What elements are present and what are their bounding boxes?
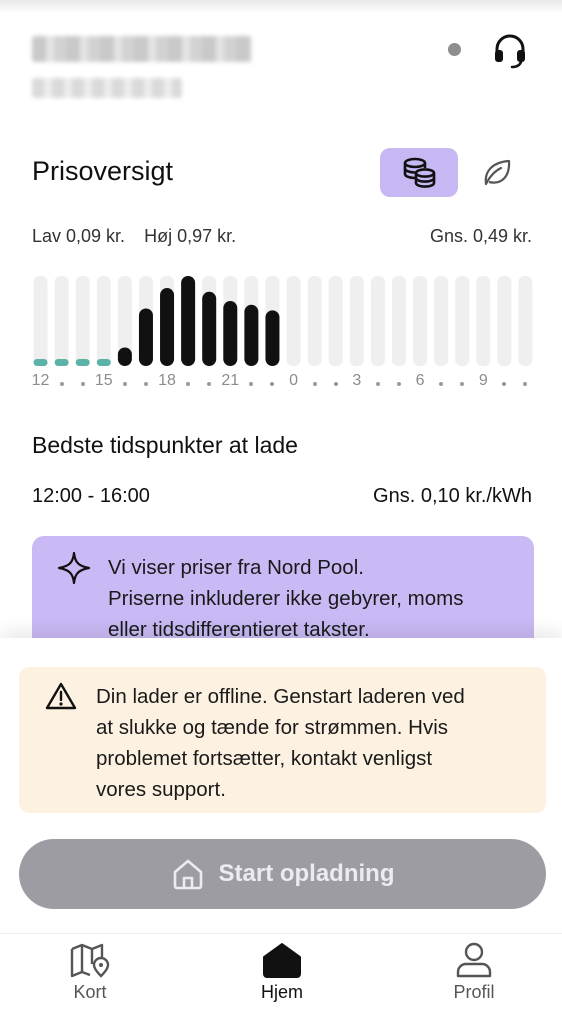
chart-bar-track: [286, 276, 301, 366]
chart-x-tick-dot: [270, 382, 275, 386]
chart-bar-track: [75, 276, 90, 366]
price-overview-title: Prisoversigt: [32, 156, 174, 186]
chart-bar-track: [96, 276, 111, 366]
chart-x-tick-dot: [439, 382, 444, 386]
chart-bar-cheap: [33, 359, 48, 366]
chart-bar: [117, 347, 132, 366]
chart-x-tick-label: 3: [352, 372, 362, 389]
price-chart-svg: [33, 276, 533, 366]
chart-x-tick-dot: [249, 382, 254, 386]
nav-label-profil: Profil: [453, 982, 495, 1002]
warning-triangle-icon: [45, 682, 77, 710]
chart-x-tick-dot: [312, 382, 317, 386]
chart-bar-cheap: [54, 359, 69, 366]
chart-x-tick-label: 0: [289, 372, 298, 389]
warning-text: Din lader er offline. Genstart laderen v…: [96, 681, 536, 805]
user-icon: [456, 942, 492, 978]
best-time-title: Bedste tidspunkter at lade: [32, 432, 298, 458]
home-icon: [173, 859, 202, 890]
coins-icon: [403, 157, 436, 188]
chart-x-tick-dot: [523, 382, 528, 386]
warning-line: vores support.: [96, 778, 226, 801]
eco-mode-button[interactable]: [458, 148, 536, 197]
chart-x-tick-dot: [59, 382, 64, 386]
price-low-high: Lav 0,09 kr. Høj 0,97 kr.: [32, 226, 236, 247]
chart-x-tick-dot: [333, 382, 338, 386]
chart-bar-track: [349, 276, 364, 366]
chart-bar-track: [476, 276, 491, 366]
home-filled-icon: [263, 943, 301, 978]
price-chart-x-axis: 12 15 18 21 0 3 6 9: [30, 372, 536, 396]
nav-item-kort[interactable]: Kort: [40, 942, 140, 1012]
best-time-range: 12:00 - 16:00: [32, 485, 150, 507]
chart-bar: [265, 310, 280, 366]
nav-label-hjem: Hjem: [260, 982, 303, 1002]
chart-bar: [244, 304, 259, 366]
nav-label-kort: Kort: [73, 982, 107, 1002]
info-text: Vi viser priser fra Nord Pool. Priserne …: [108, 552, 463, 645]
coins-mode-button[interactable]: [380, 148, 458, 197]
chart-x-tick-label: 6: [415, 372, 425, 389]
price-low: Lav 0,09 kr.: [32, 226, 126, 246]
warning-line: Din lader er offline. Genstart laderen v…: [96, 685, 465, 708]
chart-x-tick-dot: [502, 382, 507, 386]
chart-bar-track: [328, 276, 343, 366]
sparkle-icon: [57, 551, 91, 585]
chart-bar-track: [518, 276, 533, 366]
chart-x-tick-dot: [80, 382, 85, 386]
chart-x-tick-dot: [143, 382, 148, 386]
chart-bar-track: [307, 276, 322, 366]
device-subtitle-blurred: [32, 78, 182, 98]
chart-x-tick-label: 9: [478, 372, 488, 389]
chart-x-tick-dot: [186, 382, 191, 386]
chart-bar: [223, 301, 238, 366]
chart-x-tick-dot: [460, 382, 465, 386]
start-charging-button[interactable]: Start opladning: [19, 839, 546, 909]
map-pin-icon: [70, 943, 110, 978]
chart-bar-track: [54, 276, 69, 366]
chart-bar-track: [455, 276, 470, 366]
price-average: Gns. 0,49 kr.: [429, 226, 532, 246]
start-charging-label: Start opladning: [218, 860, 395, 887]
warning-line: problemet fortsætter, kontakt venligst: [96, 747, 433, 770]
chart-x-tick-dot: [375, 382, 380, 386]
chart-bar-cheap: [96, 359, 111, 366]
nav-item-hjem[interactable]: Hjem: [232, 942, 332, 1012]
chart-bar-cheap: [75, 359, 90, 366]
chart-x-tick-label: 21: [221, 372, 240, 389]
chart-bar-track: [33, 276, 48, 366]
headset-icon: [495, 34, 525, 69]
leaf-icon: [484, 159, 511, 185]
chart-bar: [160, 288, 175, 366]
chart-bar-track: [391, 276, 406, 366]
chart-x-tick-label: 15: [94, 372, 113, 389]
price-high: Høj 0,97 kr.: [144, 226, 237, 246]
chart-x-tick-label: 12: [31, 372, 50, 389]
nav-item-profil[interactable]: Profil: [424, 942, 524, 1012]
chart-x-tick-label: 18: [158, 372, 176, 389]
device-name-blurred: [32, 36, 252, 62]
chart-bar: [181, 276, 196, 366]
chart-bar-track: [413, 276, 428, 366]
best-time-average: Gns. 0,10 kr./kWh: [373, 485, 532, 507]
chart-x-tick-dot: [396, 382, 401, 386]
chart-x-tick-dot: [207, 382, 212, 386]
warning-line: at slukke og tænde for strømmen. Hvis: [96, 716, 449, 739]
top-shadow: [0, 0, 562, 14]
price-chart: [30, 276, 536, 366]
chart-x-tick-dot: [122, 382, 127, 386]
info-line: Vi viser priser fra Nord Pool.: [108, 556, 364, 579]
info-line: Priserne inkluderer ikke gebyrer, moms: [108, 587, 464, 610]
status-dot: [448, 43, 461, 56]
chart-bar-track: [434, 276, 449, 366]
offline-warning-box: Din lader er offline. Genstart laderen v…: [19, 667, 546, 813]
chart-bar-track: [497, 276, 512, 366]
chart-bar-track: [370, 276, 385, 366]
chart-bar: [138, 308, 153, 366]
bottom-navigation: Kort Hjem Profil: [0, 933, 562, 1014]
support-button[interactable]: [490, 30, 530, 70]
chart-bar: [202, 291, 217, 366]
